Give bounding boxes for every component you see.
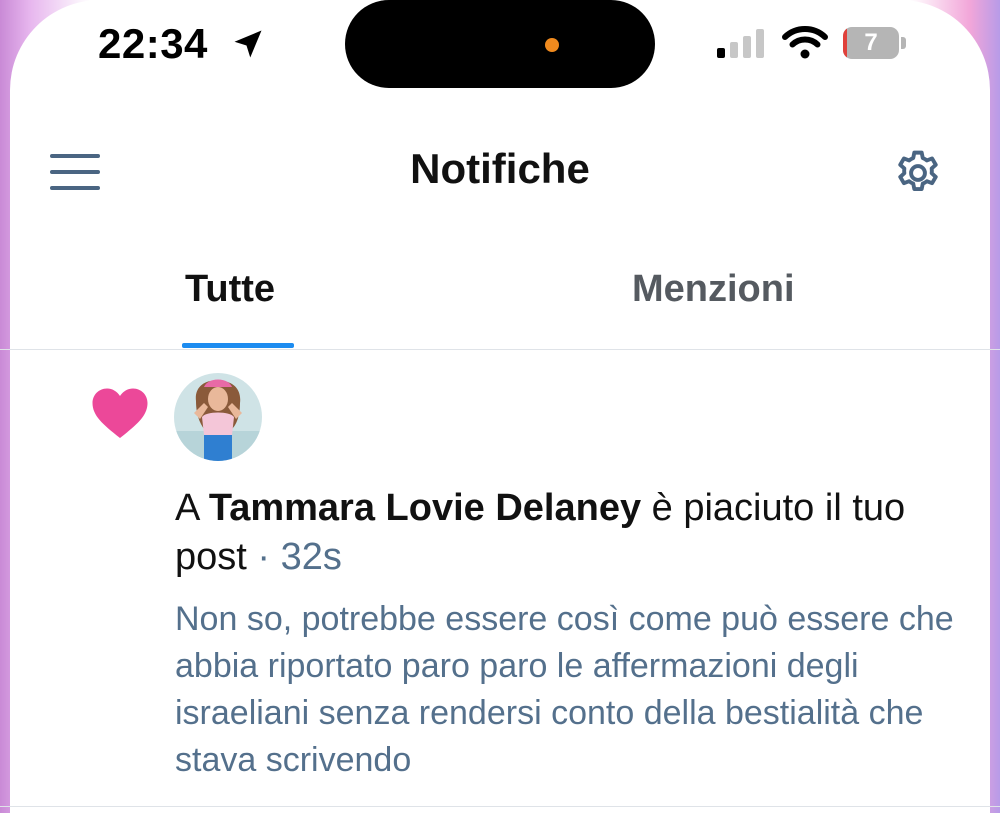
privacy-indicator-dot xyxy=(545,38,559,52)
active-tab-indicator xyxy=(182,343,294,348)
heart-icon xyxy=(92,388,148,438)
gear-icon[interactable] xyxy=(892,147,944,199)
notification-time: 32s xyxy=(280,536,342,578)
notification-separator: · xyxy=(246,536,281,578)
notification-text: A Tammara Lovie Delaney è piaciuto il tu… xyxy=(175,484,965,582)
tab-mentions[interactable]: Menzioni xyxy=(632,268,795,311)
avatar[interactable] xyxy=(174,373,262,461)
post-excerpt[interactable]: Non so, potrebbe essere così come può es… xyxy=(175,596,965,784)
avatar-image xyxy=(174,373,262,461)
status-time: 22:34 xyxy=(98,20,208,67)
battery-level-text: 7 xyxy=(864,29,878,56)
item-divider xyxy=(0,806,1000,807)
page-title: Notifiche xyxy=(410,145,590,192)
user-name-link[interactable]: Tammara Lovie Delaney xyxy=(209,487,641,529)
tabs-divider xyxy=(0,349,1000,350)
dynamic-island xyxy=(345,0,655,88)
battery-body: 7 xyxy=(843,27,899,59)
notification-prefix: A xyxy=(175,487,209,529)
tab-all[interactable]: Tutte xyxy=(185,268,275,311)
battery-cap xyxy=(901,37,906,49)
wifi-icon xyxy=(782,26,828,59)
cellular-signal-icon xyxy=(717,29,764,58)
location-arrow-icon xyxy=(234,30,262,58)
battery-icon: 7 xyxy=(843,27,907,59)
